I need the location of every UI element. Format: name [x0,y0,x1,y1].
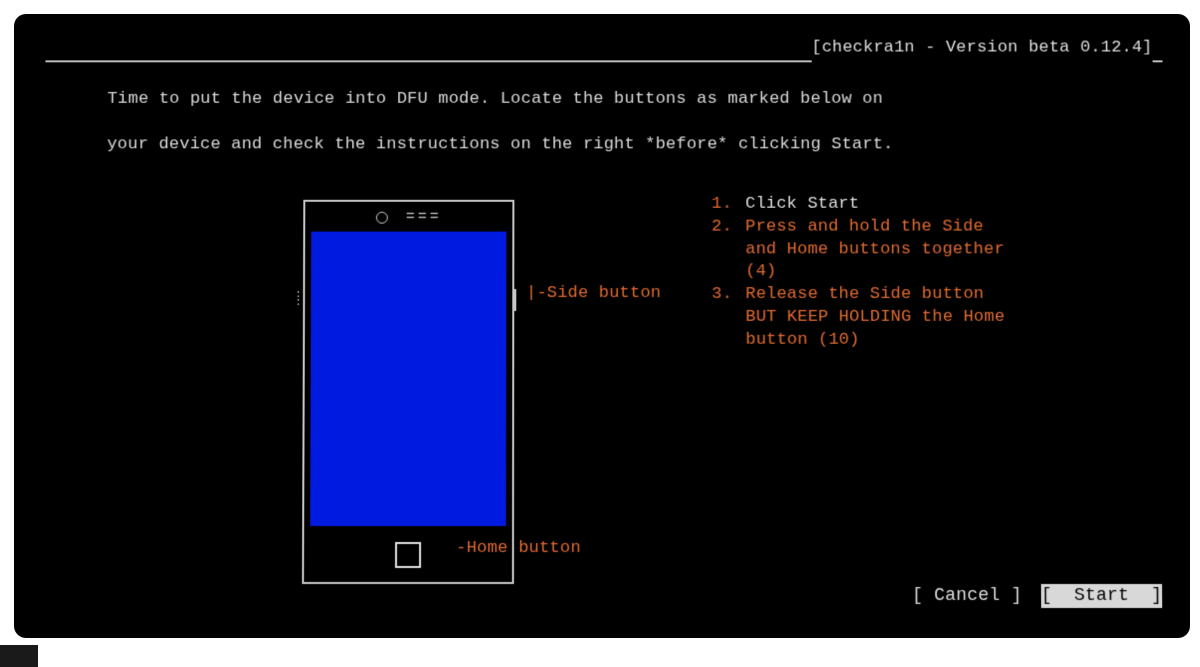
phone-diagram: === :: [302,199,514,583]
step-text: Press and hold the Side [745,216,1163,239]
step-2: 2. Press and hold the Side [712,216,1164,239]
title-bar: [checkra1n - Version beta 0.12.4] [45,38,1162,61]
sensor-icon [376,211,388,223]
step-3: 3. Release the Side button [712,284,1165,307]
button-gap [1026,584,1037,608]
side-button-icon [514,289,516,311]
photo-edge-artifact [0,645,38,667]
step-text: Click Start [745,194,1163,217]
step-text: Release the Side button [746,284,1165,307]
button-row: [ Cancel ] [ Start ] [912,584,1162,608]
instruction-text: Time to put the device into DFU mode. Lo… [45,66,1164,179]
step-1: 1. Click Start [711,194,1163,217]
instruction-line-2: your device and check the instructions o… [107,135,894,154]
main-area: === :: |-Side button -Home button 1. Cli… [42,194,1166,612]
app-title: [checkra1n - Version beta 0.12.4] [811,38,1152,61]
step-number: 3. [712,284,746,307]
step-number: 2. [712,216,746,239]
step-number: 1. [711,194,745,217]
start-button[interactable]: [ Start ] [1041,584,1162,608]
instruction-line-1: Time to put the device into DFU mode. Lo… [107,90,883,109]
step-text-cont: and Home buttons together [712,239,1164,262]
phone-screen [310,231,506,526]
home-button-label: -Home button [456,538,581,561]
volume-dots-icon: :: [295,291,302,307]
phone-outline: === :: [302,199,514,583]
terminal-window: [checkra1n - Version beta 0.12.4] Time t… [14,14,1190,638]
phone-top-row: === [305,207,512,227]
home-button-icon [395,542,421,568]
steps-list: 1. Click Start 2. Press and hold the Sid… [711,194,1164,353]
cancel-button[interactable]: [ Cancel ] [912,584,1022,608]
step-text-cont: BUT KEEP HOLDING the Home [712,307,1165,330]
speaker-icon: === [406,207,442,227]
step-text-cont: (4) [712,262,1164,285]
side-button-label: |-Side button [526,283,661,306]
step-text-cont: button (10) [712,330,1165,353]
